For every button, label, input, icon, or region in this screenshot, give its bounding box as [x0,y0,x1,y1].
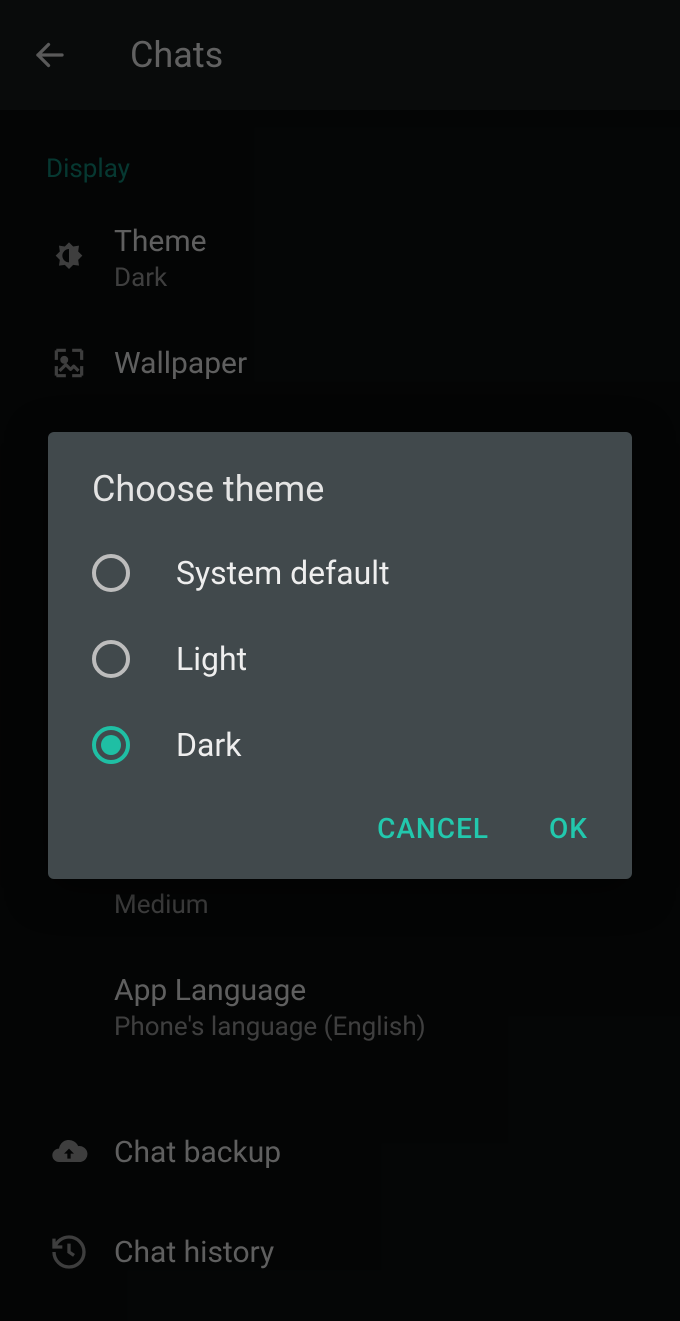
theme-option-system-default[interactable]: System default [48,530,632,616]
radio-icon-selected [92,726,130,764]
cancel-button[interactable]: CANCEL [377,812,489,845]
radio-icon [92,640,130,678]
dialog-title: Choose theme [48,468,632,530]
theme-dialog: Choose theme System default Light Dark C… [48,432,632,879]
theme-option-light[interactable]: Light [48,616,632,702]
ok-button[interactable]: OK [549,812,588,845]
theme-option-dark[interactable]: Dark [48,702,632,788]
radio-icon [92,554,130,592]
radio-label: System default [176,554,390,592]
radio-label: Dark [176,726,241,764]
radio-label: Light [176,640,247,678]
